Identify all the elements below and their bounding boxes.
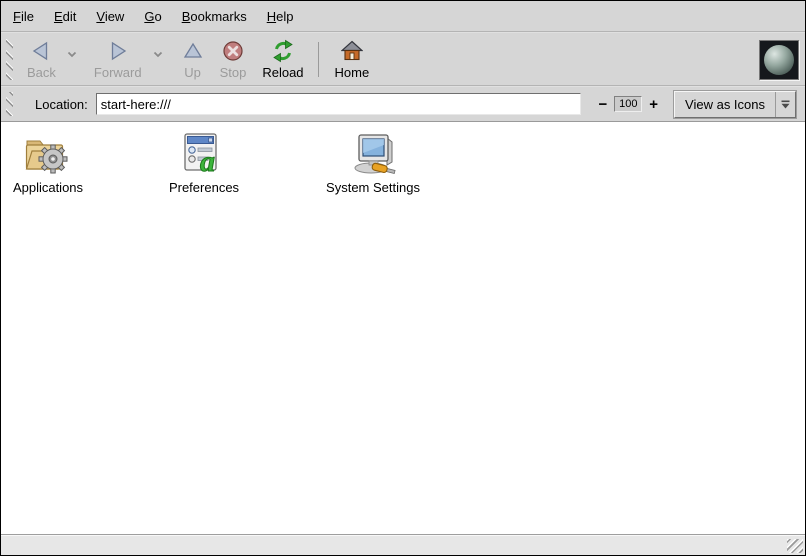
zoom-level-indicator: 100 [614,96,642,112]
forward-button[interactable]: Forward [86,36,150,83]
back-button[interactable]: Back [19,36,64,83]
forward-label: Forward [94,65,142,80]
chevron-down-icon [153,51,163,58]
nautilus-throbber [759,40,799,80]
system-settings-icon [349,132,397,176]
toolbar-grip-handle[interactable] [6,39,13,80]
locationbar-grip-handle[interactable] [6,92,13,116]
icon-label: Applications [13,180,83,195]
preferences-icon: a [182,132,226,176]
menu-edit[interactable]: Edit [44,4,86,29]
icon-label: System Settings [326,180,420,195]
menu-go[interactable]: Go [134,4,171,29]
icon-item-preferences[interactable]: a Preferences [157,132,251,195]
toolbar-separator [318,42,319,77]
stop-icon [222,39,244,63]
location-input[interactable] [96,93,581,115]
up-icon [182,39,204,63]
forward-history-dropdown[interactable] [150,44,166,64]
dropdown-arrow-icon [775,92,795,117]
toolbar: Back Forward Up [1,33,805,85]
menu-bookmarks[interactable]: Bookmarks [172,4,257,29]
menu-help[interactable]: Help [257,4,304,29]
zoom-in-button[interactable]: + [645,97,662,112]
icon-item-applications[interactable]: Applications [1,132,95,195]
chevron-down-icon [67,51,77,58]
menu-view[interactable]: View [86,4,134,29]
back-label: Back [27,65,56,80]
svg-text:a: a [200,145,215,176]
reload-label: Reload [262,65,303,80]
back-history-dropdown[interactable] [64,44,80,64]
zoom-out-button[interactable]: − [595,97,612,112]
icon-item-system-settings[interactable]: System Settings [313,132,433,195]
location-label: Location: [35,97,88,112]
menu-file[interactable]: File [3,4,44,29]
home-label: Home [335,65,370,80]
applications-folder-icon [24,132,72,176]
view-as-label: View as Icons [675,97,775,112]
forward-icon [107,39,129,63]
icon-label: Preferences [169,180,239,195]
stop-button[interactable]: Stop [212,36,255,83]
back-icon [30,39,52,63]
home-icon [341,39,363,63]
up-label: Up [184,65,201,80]
reload-icon [271,39,295,63]
stop-label: Stop [220,65,247,80]
resize-grip[interactable] [787,539,803,553]
nautilus-window: File Edit View Go Bookmarks Help Back Fo… [0,0,806,556]
view-as-selector[interactable]: View as Icons [674,91,796,118]
menubar: File Edit View Go Bookmarks Help [1,1,805,31]
zoom-controls: − 100 + [595,96,663,112]
status-bar [1,534,805,555]
icon-view: Applications a Preferences [1,121,805,534]
up-button[interactable]: Up [174,36,212,83]
throbber-sphere-icon [764,45,794,75]
location-bar: Location: − 100 + View as Icons [1,87,805,121]
reload-button[interactable]: Reload [254,36,311,83]
home-button[interactable]: Home [327,36,378,83]
